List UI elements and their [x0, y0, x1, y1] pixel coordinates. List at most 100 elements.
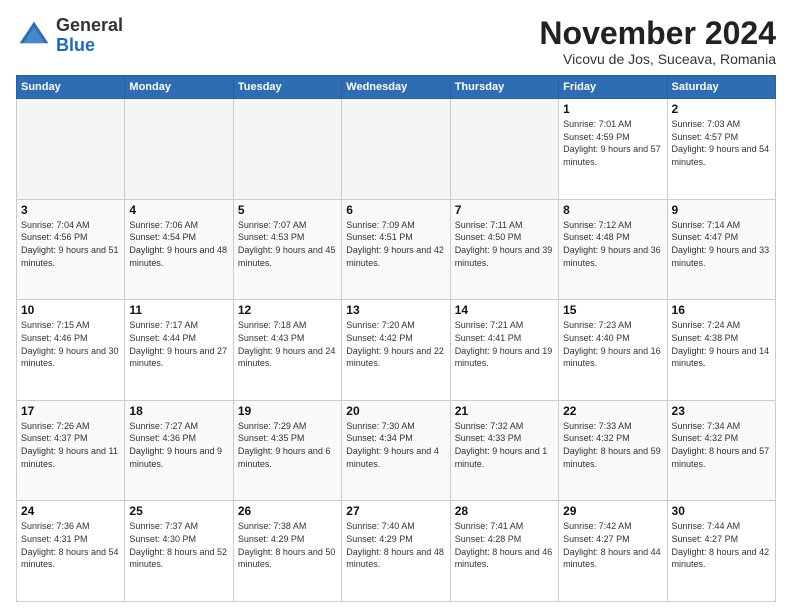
calendar-cell: 1 Sunrise: 7:01 AM Sunset: 4:59 PM Daylig…	[559, 99, 667, 200]
calendar-cell: 24 Sunrise: 7:36 AM Sunset: 4:31 PM Dayli…	[17, 501, 125, 602]
logo-text: General Blue	[56, 16, 123, 56]
calendar-cell: 25 Sunrise: 7:37 AM Sunset: 4:30 PM Dayli…	[125, 501, 233, 602]
day-info: Sunrise: 7:44 AM Sunset: 4:27 PM Dayligh…	[672, 520, 771, 570]
calendar-cell: 26 Sunrise: 7:38 AM Sunset: 4:29 PM Dayli…	[233, 501, 341, 602]
day-info: Sunrise: 7:38 AM Sunset: 4:29 PM Dayligh…	[238, 520, 337, 570]
calendar-week-row: 3 Sunrise: 7:04 AM Sunset: 4:56 PM Daylig…	[17, 199, 776, 300]
weekday-header: Tuesday	[233, 76, 341, 99]
calendar-cell: 4 Sunrise: 7:06 AM Sunset: 4:54 PM Daylig…	[125, 199, 233, 300]
day-info: Sunrise: 7:06 AM Sunset: 4:54 PM Dayligh…	[129, 219, 228, 269]
day-info: Sunrise: 7:30 AM Sunset: 4:34 PM Dayligh…	[346, 420, 445, 470]
day-info: Sunrise: 7:09 AM Sunset: 4:51 PM Dayligh…	[346, 219, 445, 269]
day-number: 6	[346, 203, 445, 217]
day-number: 26	[238, 504, 337, 518]
day-number: 3	[21, 203, 120, 217]
day-info: Sunrise: 7:23 AM Sunset: 4:40 PM Dayligh…	[563, 319, 662, 369]
calendar-cell	[450, 99, 558, 200]
day-number: 7	[455, 203, 554, 217]
day-info: Sunrise: 7:17 AM Sunset: 4:44 PM Dayligh…	[129, 319, 228, 369]
weekday-header: Saturday	[667, 76, 775, 99]
day-number: 24	[21, 504, 120, 518]
day-info: Sunrise: 7:12 AM Sunset: 4:48 PM Dayligh…	[563, 219, 662, 269]
day-info: Sunrise: 7:14 AM Sunset: 4:47 PM Dayligh…	[672, 219, 771, 269]
calendar-cell: 18 Sunrise: 7:27 AM Sunset: 4:36 PM Dayli…	[125, 400, 233, 501]
day-info: Sunrise: 7:37 AM Sunset: 4:30 PM Dayligh…	[129, 520, 228, 570]
calendar-cell: 19Sunrise: 7:29 AM Sunset: 4:35 PM Dayli…	[233, 400, 341, 501]
calendar-week-row: 24 Sunrise: 7:36 AM Sunset: 4:31 PM Dayli…	[17, 501, 776, 602]
day-number: 12	[238, 303, 337, 317]
calendar-cell: 12 Sunrise: 7:18 AM Sunset: 4:43 PM Dayli…	[233, 300, 341, 401]
calendar-cell: 30 Sunrise: 7:44 AM Sunset: 4:27 PM Dayli…	[667, 501, 775, 602]
day-number: 27	[346, 504, 445, 518]
title-block: November 2024 Vicovu de Jos, Suceava, Ro…	[539, 16, 776, 67]
calendar-cell: 14 Sunrise: 7:21 AM Sunset: 4:41 PM Dayli…	[450, 300, 558, 401]
day-info: Sunrise: 7:32 AM Sunset: 4:33 PM Dayligh…	[455, 420, 554, 470]
day-number: 18	[129, 404, 228, 418]
calendar-table: SundayMondayTuesdayWednesdayThursdayFrid…	[16, 75, 776, 602]
calendar-cell: 13 Sunrise: 7:20 AM Sunset: 4:42 PM Dayli…	[342, 300, 450, 401]
calendar-cell: 9Sunrise: 7:14 AM Sunset: 4:47 PM Daylig…	[667, 199, 775, 300]
weekday-header: Friday	[559, 76, 667, 99]
page: General Blue November 2024 Vicovu de Jos…	[0, 0, 792, 612]
day-info: Sunrise: 7:26 AM Sunset: 4:37 PM Dayligh…	[21, 420, 120, 470]
day-number: 5	[238, 203, 337, 217]
day-number: 14	[455, 303, 554, 317]
day-info: Sunrise: 7:42 AM Sunset: 4:27 PM Dayligh…	[563, 520, 662, 570]
day-number: 30	[672, 504, 771, 518]
weekday-header: Thursday	[450, 76, 558, 99]
calendar-cell	[17, 99, 125, 200]
day-info: Sunrise: 7:29 AM Sunset: 4:35 PM Dayligh…	[238, 420, 337, 470]
day-info: Sunrise: 7:07 AM Sunset: 4:53 PM Dayligh…	[238, 219, 337, 269]
calendar-cell: 22 Sunrise: 7:33 AM Sunset: 4:32 PM Dayli…	[559, 400, 667, 501]
day-info: Sunrise: 7:27 AM Sunset: 4:36 PM Dayligh…	[129, 420, 228, 470]
calendar-cell: 8 Sunrise: 7:12 AM Sunset: 4:48 PM Daylig…	[559, 199, 667, 300]
day-number: 13	[346, 303, 445, 317]
logo-icon	[16, 18, 52, 54]
day-number: 2	[672, 102, 771, 116]
day-info: Sunrise: 7:04 AM Sunset: 4:56 PM Dayligh…	[21, 219, 120, 269]
weekday-header: Wednesday	[342, 76, 450, 99]
calendar-cell: 29Sunrise: 7:42 AM Sunset: 4:27 PM Dayli…	[559, 501, 667, 602]
calendar-cell: 11 Sunrise: 7:17 AM Sunset: 4:44 PM Dayli…	[125, 300, 233, 401]
weekday-header: Monday	[125, 76, 233, 99]
day-info: Sunrise: 7:36 AM Sunset: 4:31 PM Dayligh…	[21, 520, 120, 570]
day-number: 20	[346, 404, 445, 418]
day-number: 23	[672, 404, 771, 418]
day-number: 25	[129, 504, 228, 518]
calendar-cell: 17Sunrise: 7:26 AM Sunset: 4:37 PM Dayli…	[17, 400, 125, 501]
logo-general-text: General	[56, 16, 123, 36]
day-number: 22	[563, 404, 662, 418]
calendar-week-row: 10Sunrise: 7:15 AM Sunset: 4:46 PM Dayli…	[17, 300, 776, 401]
day-number: 16	[672, 303, 771, 317]
calendar-cell: 27Sunrise: 7:40 AM Sunset: 4:29 PM Dayli…	[342, 501, 450, 602]
logo: General Blue	[16, 16, 123, 56]
day-number: 11	[129, 303, 228, 317]
weekday-header-row: SundayMondayTuesdayWednesdayThursdayFrid…	[17, 76, 776, 99]
calendar-cell: 20 Sunrise: 7:30 AM Sunset: 4:34 PM Dayli…	[342, 400, 450, 501]
day-number: 4	[129, 203, 228, 217]
day-number: 28	[455, 504, 554, 518]
calendar-cell	[342, 99, 450, 200]
calendar-cell: 16 Sunrise: 7:24 AM Sunset: 4:38 PM Dayli…	[667, 300, 775, 401]
day-info: Sunrise: 7:20 AM Sunset: 4:42 PM Dayligh…	[346, 319, 445, 369]
day-info: Sunrise: 7:41 AM Sunset: 4:28 PM Dayligh…	[455, 520, 554, 570]
day-number: 15	[563, 303, 662, 317]
header: General Blue November 2024 Vicovu de Jos…	[16, 16, 776, 67]
day-number: 1	[563, 102, 662, 116]
day-info: Sunrise: 7:21 AM Sunset: 4:41 PM Dayligh…	[455, 319, 554, 369]
calendar-cell: 10Sunrise: 7:15 AM Sunset: 4:46 PM Dayli…	[17, 300, 125, 401]
day-info: Sunrise: 7:24 AM Sunset: 4:38 PM Dayligh…	[672, 319, 771, 369]
day-number: 10	[21, 303, 120, 317]
day-number: 21	[455, 404, 554, 418]
day-info: Sunrise: 7:18 AM Sunset: 4:43 PM Dayligh…	[238, 319, 337, 369]
day-info: Sunrise: 7:33 AM Sunset: 4:32 PM Dayligh…	[563, 420, 662, 470]
calendar-cell: 23Sunrise: 7:34 AM Sunset: 4:32 PM Dayli…	[667, 400, 775, 501]
logo-blue-text: Blue	[56, 36, 123, 56]
calendar-cell: 7Sunrise: 7:11 AM Sunset: 4:50 PM Daylig…	[450, 199, 558, 300]
day-number: 8	[563, 203, 662, 217]
calendar-cell: 15 Sunrise: 7:23 AM Sunset: 4:40 PM Dayli…	[559, 300, 667, 401]
calendar-week-row: 1 Sunrise: 7:01 AM Sunset: 4:59 PM Daylig…	[17, 99, 776, 200]
month-title: November 2024	[539, 16, 776, 51]
calendar-cell: 21 Sunrise: 7:32 AM Sunset: 4:33 PM Dayli…	[450, 400, 558, 501]
day-info: Sunrise: 7:01 AM Sunset: 4:59 PM Dayligh…	[563, 118, 662, 168]
